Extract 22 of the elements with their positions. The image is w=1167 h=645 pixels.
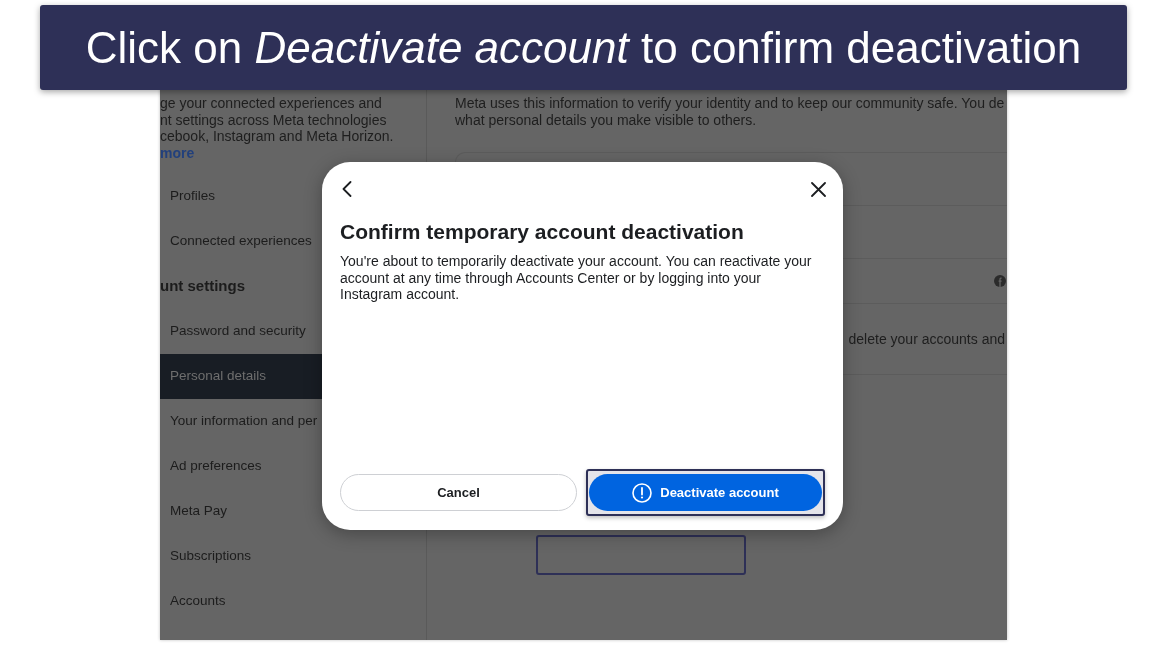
dialog-title: Confirm temporary account deactivation (340, 219, 744, 245)
caption-text: Click on Deactivate account to confirm deactivation (85, 21, 1082, 74)
alert-circle-icon (632, 482, 653, 503)
chevron-left-icon[interactable] (342, 181, 352, 197)
dialog-body: You're about to temporarily deactivate your account. You can reactivate your account at any time through Accounts Center or by logging into your Instagram account. (340, 253, 813, 303)
sidebar-item[interactable]: Your information and per (160, 399, 322, 444)
sidebar-item[interactable]: Password and security (160, 309, 322, 354)
sidebar-item[interactable]: Accounts (160, 579, 322, 624)
sidebar-item[interactable]: Connected experiences (160, 219, 322, 264)
section-heading: unt settings (160, 276, 245, 297)
cancel-button[interactable]: Cancel (340, 474, 577, 511)
deactivate-button[interactable]: Deactivate account (589, 474, 822, 511)
intro-text: Meta uses this information to verify your identity and to keep our community safe. You de what personal details you make visible to others. (455, 95, 1006, 128)
sidebar-item[interactable]: Ad preferences (160, 444, 322, 489)
more-link[interactable]: more (160, 144, 195, 161)
description-text: ge your connected experiences and nt settings across Meta technologies cebook, Instagram and Meta Horizon. (160, 95, 395, 145)
sidebar-item[interactable]: Personal details (160, 354, 322, 399)
close-icon[interactable] (811, 181, 826, 197)
sidebar-item[interactable]: Profiles (160, 174, 322, 219)
sidebar-item[interactable]: Meta Pay (160, 489, 322, 534)
sidebar-item[interactable]: Subscriptions (160, 534, 322, 579)
card-text: delete your accounts and (848, 329, 1005, 349)
